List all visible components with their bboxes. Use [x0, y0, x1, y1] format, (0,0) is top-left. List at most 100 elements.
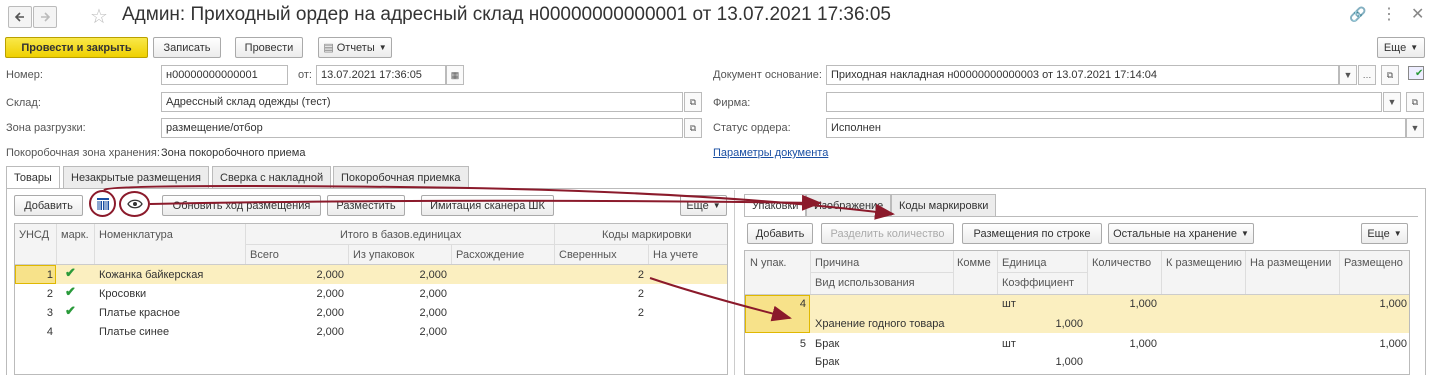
row-checked: 2: [637, 288, 644, 300]
col-diff[interactable]: Расхождение: [456, 249, 524, 261]
pack-usage: Брак: [815, 356, 840, 368]
col-divider: [245, 224, 246, 264]
chevron-down-icon[interactable]: ▼: [1383, 92, 1401, 112]
basis-label: Документ основание:: [713, 69, 822, 81]
row-name: Кожанка байкерская: [99, 269, 204, 281]
add-button[interactable]: Добавить: [14, 195, 83, 216]
status-field[interactable]: Исполнен: [826, 118, 1406, 138]
status-label: Статус ордера:: [713, 122, 791, 134]
pack-usage: Хранение годного товара: [815, 318, 945, 330]
chevron-down-icon: ▼: [378, 43, 387, 52]
warehouse-field[interactable]: Адрессный склад одежды (тест): [161, 92, 683, 112]
tab-box-receipt[interactable]: Покоробочная приемка: [333, 166, 469, 188]
row-number: 4: [46, 326, 53, 338]
row-total: 2,000: [316, 307, 344, 319]
tab-image[interactable]: Изображение: [806, 194, 892, 216]
col-usage[interactable]: Вид использования: [815, 277, 915, 289]
link-icon[interactable]: 🔗: [1349, 6, 1366, 23]
col-divider: [1087, 251, 1088, 294]
barcode-icon[interactable]: [89, 190, 116, 217]
chevron-down-icon: ▼: [1393, 229, 1402, 238]
col-mark[interactable]: марк.: [61, 229, 89, 241]
col-placing[interactable]: На размещении: [1250, 257, 1331, 269]
warehouse-label: Склад:: [6, 97, 41, 109]
tab-marking-codes[interactable]: Коды маркировки: [891, 194, 997, 216]
forward-button[interactable]: [33, 6, 57, 28]
col-qty[interactable]: Количество: [1092, 257, 1151, 269]
update-placement-button[interactable]: Обновить ход размещения: [162, 195, 321, 216]
write-button[interactable]: Записать: [153, 37, 221, 58]
post-button[interactable]: Провести: [235, 37, 303, 58]
col-coef[interactable]: Коэффициент: [1002, 277, 1074, 289]
col-checked[interactable]: Сверенных: [559, 249, 617, 261]
tab-unclosed[interactable]: Незакрытые размещения: [63, 166, 209, 188]
more-button[interactable]: Еще ▼: [1361, 223, 1408, 244]
chevron-down-icon[interactable]: ▼: [1406, 118, 1424, 138]
open-icon[interactable]: ⧉: [1381, 65, 1399, 85]
add-package-button[interactable]: Добавить: [747, 223, 813, 244]
more-button[interactable]: Еще ▼: [1377, 37, 1425, 58]
open-icon[interactable]: ⧉: [684, 92, 702, 112]
col-divider: [1161, 251, 1162, 294]
document-params-link[interactable]: Параметры документа: [713, 147, 828, 159]
menu-dots-icon[interactable]: ⋮: [1381, 4, 1397, 24]
number-field[interactable]: н00000000000001: [161, 65, 288, 85]
check-icon: ✔: [65, 303, 76, 318]
eye-icon[interactable]: [119, 191, 150, 217]
col-divider: [451, 244, 452, 264]
col-to-place[interactable]: К размещению: [1166, 257, 1242, 269]
reports-label: Отчеты: [336, 41, 375, 54]
col-on-account[interactable]: На учете: [653, 249, 698, 261]
firm-field[interactable]: [826, 92, 1382, 112]
panel-border: [6, 188, 7, 375]
open-icon[interactable]: ⧉: [684, 118, 702, 138]
row-checked: 2: [637, 307, 644, 319]
row-checked: 2: [637, 269, 644, 281]
col-placed[interactable]: Размещено: [1344, 257, 1403, 269]
tab-packages[interactable]: Упаковки: [744, 194, 807, 217]
col-nomenclature[interactable]: Номенклатура: [99, 229, 173, 241]
col-unsd[interactable]: УНСД: [19, 229, 49, 241]
row-total: 2,000: [316, 288, 344, 300]
back-button[interactable]: [8, 6, 32, 28]
reports-button[interactable]: ▤ Отчеты ▼: [318, 37, 392, 58]
col-unit[interactable]: Единица: [1002, 257, 1047, 269]
col-comment[interactable]: Комме: [957, 257, 991, 269]
rest-to-storage-button[interactable]: Остальные на хранение ▼: [1108, 223, 1254, 244]
split-quantity-button[interactable]: Разделить количество: [821, 223, 954, 244]
col-pack-no[interactable]: N упак.: [750, 257, 786, 269]
col-total[interactable]: Всего: [250, 249, 279, 261]
open-icon[interactable]: ⧉: [1406, 92, 1424, 112]
scanner-sim-button[interactable]: Имитация сканера ШК: [421, 195, 554, 216]
splitter[interactable]: [734, 190, 735, 375]
col-reason[interactable]: Причина: [815, 257, 859, 269]
row-name: Кросовки: [99, 288, 147, 300]
pack-placed: 1,000: [1379, 338, 1407, 350]
tab-goods[interactable]: Товары: [6, 166, 60, 189]
date-field[interactable]: 13.07.2021 17:36:05: [316, 65, 446, 85]
unload-zone-field[interactable]: размещение/отбор: [161, 118, 683, 138]
close-icon[interactable]: ✕: [1411, 4, 1424, 24]
tab-reconciliation[interactable]: Сверка с накладной: [212, 166, 332, 188]
post-and-close-button[interactable]: Провести и закрыть: [5, 37, 148, 58]
chevron-down-icon[interactable]: ▼: [1339, 65, 1357, 85]
placements-by-row-button[interactable]: Размещения по строке: [962, 223, 1102, 244]
col-divider: [997, 251, 998, 294]
row-number: 2: [46, 288, 53, 300]
basis-field[interactable]: Приходная накладная н00000000000003 от 1…: [826, 65, 1339, 85]
date-label: от:: [298, 69, 312, 81]
header-divider: [997, 272, 1087, 273]
col-from-pack[interactable]: Из упаковок: [353, 249, 414, 261]
right-tabs-divider: [744, 216, 1418, 217]
star-icon[interactable]: ☆: [90, 4, 108, 29]
row-pack: 2,000: [419, 307, 447, 319]
more-button[interactable]: Еще ▼: [680, 195, 727, 216]
monitor-check-icon[interactable]: ✔: [1408, 66, 1424, 80]
clear-icon[interactable]: …: [1358, 65, 1376, 85]
chevron-down-icon: ▼: [1241, 229, 1249, 238]
pack-number: 4: [799, 298, 806, 310]
pack-coef: 1,000: [1055, 356, 1083, 368]
place-button[interactable]: Разместить: [327, 195, 405, 216]
calendar-icon[interactable]: ▦: [446, 65, 464, 85]
arrow-right-icon: [41, 12, 51, 22]
